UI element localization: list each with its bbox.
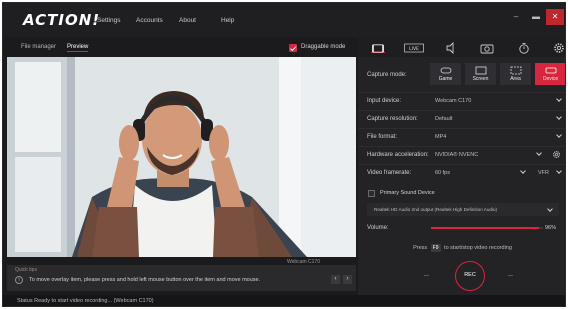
- input-device-label: Input device:: [367, 98, 402, 104]
- primary-sound-checkbox[interactable]: [368, 190, 375, 197]
- close-icon[interactable]: ✕: [546, 9, 564, 25]
- audio-device-value: Realtek HD Audio 2nd output (Realtek Hig…: [374, 207, 498, 212]
- input-device-value[interactable]: Webcam C170: [435, 98, 471, 104]
- info-icon: i: [15, 276, 23, 284]
- maximize-icon[interactable]: ▬: [527, 9, 545, 25]
- mode-screen-button[interactable]: Screen: [465, 63, 496, 85]
- status-text: Status Ready to start video recording...…: [17, 298, 154, 304]
- video-framerate-value[interactable]: 60 fps: [435, 170, 450, 176]
- preview-tabs: File manager Preview Draggable mode: [3, 37, 356, 57]
- hardware-acceleration-label: Hardware acceleration:: [367, 152, 429, 158]
- divider: [424, 275, 429, 276]
- draggable-mode-checkbox[interactable]: [289, 44, 297, 52]
- device-icon: [545, 67, 556, 74]
- capture-mode-row: Capture mode: Game Screen Area Device: [358, 59, 565, 87]
- chevron-down-icon[interactable]: [536, 151, 542, 157]
- hardware-acceleration-row[interactable]: Hardware acceleration: NVIDIA® NVENC: [358, 146, 565, 163]
- quick-tips-text: To move overlay item, please press and h…: [29, 277, 261, 283]
- quick-tips: Quick tips i To move overlay item, pleas…: [7, 265, 356, 291]
- timer-icon[interactable]: [517, 41, 531, 54]
- screen-icon: [475, 66, 486, 75]
- audio-device-select[interactable]: Realtek HD Audio 2nd output (Realtek Hig…: [367, 203, 559, 216]
- live-label: LIVE: [409, 46, 419, 52]
- settings-panel: LIVE Capture mode: Game Screen Area Devi…: [358, 37, 565, 295]
- app-window: ACTION! Settings Accounts About Help – ▬…: [2, 2, 566, 307]
- gamepad-icon: [440, 67, 451, 74]
- menu-about[interactable]: About: [179, 17, 196, 24]
- area-icon: [510, 66, 521, 75]
- capture-resolution-row[interactable]: Capture resolution: Default: [358, 110, 565, 127]
- volume-slider[interactable]: [431, 227, 543, 229]
- mode-area-label: Area: [510, 76, 521, 82]
- capture-resolution-label: Capture resolution:: [367, 116, 418, 122]
- webcam-preview[interactable]: [7, 57, 356, 257]
- next-tip-button[interactable]: ›: [343, 275, 352, 284]
- record-hint: Press F9 to start/stop video recording: [358, 244, 565, 252]
- gear-icon[interactable]: [552, 150, 561, 159]
- rec-button[interactable]: REC: [455, 261, 485, 291]
- live-icon[interactable]: LIVE: [404, 41, 424, 53]
- hint-press: Press: [413, 245, 428, 251]
- menu-settings[interactable]: Settings: [97, 17, 121, 24]
- tab-preview[interactable]: Preview: [67, 44, 89, 52]
- chevron-down-icon[interactable]: [556, 169, 562, 175]
- gear-icon[interactable]: [552, 41, 565, 53]
- divider: [508, 275, 513, 276]
- chevron-down-icon[interactable]: [556, 133, 562, 139]
- primary-sound-label: Primary Sound Device: [380, 190, 435, 196]
- capture-resolution-value[interactable]: Default: [435, 116, 452, 122]
- framerate-mode-value[interactable]: VFR: [538, 170, 549, 176]
- title-bar: ACTION! Settings Accounts About Help – ▬…: [3, 3, 565, 37]
- volume-fill: [431, 227, 539, 229]
- app-logo: ACTION!: [23, 11, 101, 29]
- draggable-mode-label: Draggable mode: [301, 44, 346, 50]
- webcam-image: [7, 57, 356, 257]
- audio-icon[interactable]: [444, 41, 458, 55]
- hardware-acceleration-value[interactable]: NVIDIA® NVENC: [435, 152, 478, 158]
- input-device-row[interactable]: Input device: Webcam C170: [358, 92, 565, 109]
- mode-game-button[interactable]: Game: [430, 63, 461, 85]
- mode-screen-label: Screen: [472, 76, 489, 82]
- volume-row: Volume: 96%: [358, 221, 565, 235]
- settings-icon-bar: LIVE: [358, 37, 565, 57]
- menu-accounts[interactable]: Accounts: [136, 17, 163, 24]
- tab-file-manager[interactable]: File manager: [21, 44, 56, 50]
- screenshot-icon[interactable]: [480, 41, 494, 54]
- hotkey-badge: F9: [430, 244, 441, 252]
- video-icon[interactable]: [371, 41, 385, 53]
- volume-value: 96%: [545, 225, 557, 231]
- mode-device-button[interactable]: Device: [535, 63, 565, 85]
- video-framerate-label: Video framerate:: [367, 170, 412, 176]
- minimize-icon[interactable]: –: [507, 9, 525, 25]
- file-format-label: File format:: [367, 134, 398, 140]
- capture-mode-label: Capture mode:: [367, 72, 407, 78]
- mode-area-button[interactable]: Area: [500, 63, 531, 85]
- video-framerate-row[interactable]: Video framerate: 60 fps VFR: [358, 164, 565, 181]
- file-format-value[interactable]: MP4: [435, 134, 446, 140]
- volume-label: Volume:: [367, 225, 389, 231]
- quick-tips-title: Quick tips: [15, 267, 37, 273]
- chevron-down-icon[interactable]: [556, 115, 562, 121]
- mode-game-label: Game: [438, 76, 453, 82]
- status-bar: Status Ready to start video recording...…: [3, 295, 565, 306]
- chevron-down-icon[interactable]: [556, 97, 562, 103]
- chevron-down-icon[interactable]: [520, 169, 526, 175]
- hint-rest: to start/stop video recording: [444, 245, 512, 251]
- prev-tip-button[interactable]: ‹: [331, 275, 340, 284]
- mode-device-label: Device: [542, 76, 559, 82]
- primary-sound-row[interactable]: Primary Sound Device: [358, 187, 565, 200]
- file-format-row[interactable]: File format: MP4: [358, 128, 565, 145]
- chevron-down-icon[interactable]: [547, 207, 553, 213]
- menu-help[interactable]: Help: [221, 17, 234, 24]
